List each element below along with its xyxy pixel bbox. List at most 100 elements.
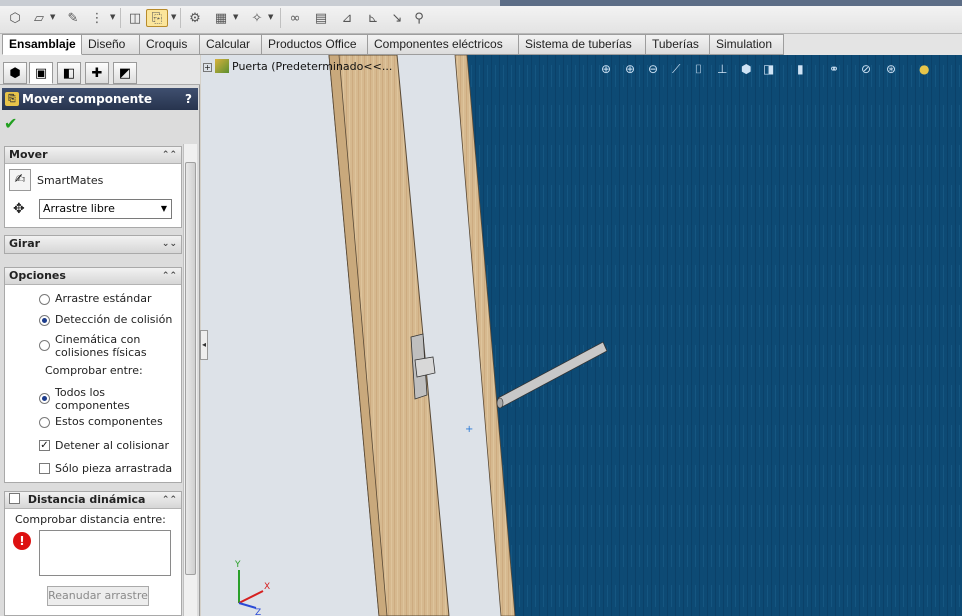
magnet-icon[interactable]: ⚲ [410,9,428,27]
display-style-icon[interactable]: ⬢ [741,62,751,80]
flyout-feature-tree[interactable]: + Puerta (Predeterminado<<... [203,59,392,73]
group-girar-title: Girar [9,237,41,250]
paperclip-icon[interactable]: ✎ [64,9,82,27]
panel-splitter-handle[interactable]: ◂ [200,330,208,360]
chevron-down-icon[interactable]: ▼ [50,13,55,21]
help-icon[interactable]: ? [185,88,192,110]
distance-selection-list[interactable] [39,530,171,576]
property-manager-title: ⎘ Mover componente ? [2,88,198,110]
group-opciones-title: Opciones [9,269,66,282]
page-title: Mover componente [22,92,153,106]
chevron-down-icon[interactable]: ▼ [171,13,176,21]
radio-arrastre-estandar[interactable] [39,294,50,305]
toolbar-separator [120,8,121,28]
group-mover-header[interactable]: Mover ⌃⌃ [5,147,181,164]
group-distancia-header[interactable]: Distancia dinámica ⌃⌃ [5,492,181,509]
radio-estos-componentes[interactable] [39,417,50,428]
tab-sistema-tuberias[interactable]: Sistema de tuberías [519,34,646,55]
drag-mode-select[interactable]: Arrastre libre ▼ [39,199,172,219]
group-mover: Mover ⌃⌃ ✍ SmartMates ✥ Arrastre libre ▼ [4,146,182,228]
zoom-to-area-icon[interactable]: ⊕ [625,62,635,80]
label-todos-2: componentes [55,399,130,412]
tab-tuberias[interactable]: Tuberías [646,34,710,55]
view-orientation-icon[interactable]: ⊥ [717,62,727,80]
checkbox-detener-colisionar[interactable]: ✓ [39,440,50,451]
section-view-icon[interactable]: ⟋ [672,62,680,80]
smart-fastener-icon[interactable]: ✧ [248,9,266,27]
radio-deteccion-colision[interactable] [39,315,50,326]
chevron-down-icon[interactable]: ▼ [233,13,238,21]
checkbox-distancia-dinamica[interactable] [9,493,20,504]
radio-todos-componentes[interactable] [39,393,50,404]
radio-cinematica[interactable] [39,340,50,351]
configure-icon[interactable]: ⋮ [88,9,106,27]
drag-mode-value: Arrastre libre [43,202,115,215]
collapse-icon[interactable]: ⌃⌃ [162,147,177,163]
scrollbar-thumb[interactable] [185,162,196,575]
property-manager-scrollbar[interactable] [183,144,197,616]
latch-handle[interactable] [414,356,436,378]
explode-icon[interactable]: ∞ [286,9,304,27]
collapse-icon[interactable]: ⌃⌃ [162,268,177,284]
group-girar-header[interactable]: Girar ⌄⌄ [5,236,181,253]
command-manager-tabs: Ensamblaje Diseño Croquis Calcular Produ… [0,34,962,55]
mate-icon[interactable]: ⚙ [186,9,204,27]
hide-show-items-icon[interactable]: ◨ [763,62,774,80]
group-opciones-header[interactable]: Opciones ⌃⌃ [5,268,181,285]
tab-croquis[interactable]: Croquis [140,34,200,55]
move-component-icon[interactable]: ⎘ [146,9,168,27]
label-deteccion-colision: Detección de colisión [55,313,173,326]
assembly-icon [215,59,229,73]
label-comprobar-entre: Comprobar entre: [45,364,143,377]
resume-drag-button[interactable]: Reanudar arrastre [47,586,149,606]
chevron-down-icon[interactable]: ▼ [268,13,273,21]
tab-ensamblaje[interactable]: Ensamblaje [2,34,82,55]
group-distancia-dinamica: Distancia dinámica ⌃⌃ Comprobar distanci… [4,491,182,616]
label-solo-pieza: Sólo pieza arrastrada [55,462,173,475]
view-settings-icon[interactable]: ⊘ [861,62,871,80]
label-comprobar-distancia: Comprobar distancia entre: [15,513,166,526]
smartmates-icon[interactable]: ✍ [9,169,31,191]
realview-icon[interactable]: ⊛ [886,62,896,80]
new-part-icon[interactable]: ⬡ [6,9,24,27]
tab-calcular[interactable]: Calcular [200,34,262,55]
tree-root-label[interactable]: Puerta (Predeterminado<<... [232,60,392,73]
toolbar-separator [180,8,181,28]
interference-icon[interactable]: ⊿ [338,9,356,27]
y-axis-label: Y [234,560,241,570]
instant3d-icon[interactable]: ↘ [388,9,406,27]
property-manager-icon[interactable]: ▣ [29,62,53,84]
render-icon[interactable]: ● [919,62,929,80]
expand-icon[interactable]: ⌄⌄ [162,236,177,252]
previous-view-icon[interactable]: ⊖ [648,62,658,80]
chevron-down-icon[interactable]: ▼ [110,13,115,21]
x-axis-label: X [264,582,270,592]
configuration-manager-icon[interactable]: ◧ [57,62,81,84]
dynamic-annotation-icon[interactable]: ⌷ [695,62,702,80]
insert-component-icon[interactable]: ◫ [126,9,144,27]
group-distancia-title: Distancia dinámica [27,493,146,506]
window-strip [500,0,962,6]
bill-of-materials-icon[interactable]: ▤ [312,9,330,27]
model-view[interactable]: + Y X Z [201,55,962,616]
graphics-area[interactable]: + Y X Z + Puerta (Predeterminado<<... ⊕ ⊕… [201,55,962,616]
tab-diseno[interactable]: Diseño [82,34,140,55]
label-cinematica-2: colisiones físicas [55,346,147,359]
tab-productos-office[interactable]: Productos Office [262,34,368,55]
expand-icon[interactable]: + [203,63,212,72]
z-axis-label: Z [255,608,261,616]
apply-scene-icon[interactable]: ⚭ [829,62,839,80]
checkbox-solo-pieza[interactable] [39,463,50,474]
edit-appearance-icon[interactable]: ▮ [797,62,804,80]
display-manager-icon[interactable]: ◩ [113,62,137,84]
open-icon[interactable]: ▱ [30,9,48,27]
collapse-icon[interactable]: ⌃⌃ [162,492,177,508]
simulation-icon[interactable]: ⊾ [364,9,382,27]
tab-simulation[interactable]: Simulation [710,34,784,55]
dimxpert-icon[interactable]: ✚ [85,62,109,84]
ok-button[interactable]: ✔ [4,114,17,133]
tab-componentes-electricos[interactable]: Componentes eléctricos [368,34,519,55]
linear-pattern-icon[interactable]: ▦ [212,9,230,27]
zoom-to-fit-icon[interactable]: ⊕ [601,62,611,80]
feature-tree-icon[interactable]: ⬢ [3,62,27,84]
